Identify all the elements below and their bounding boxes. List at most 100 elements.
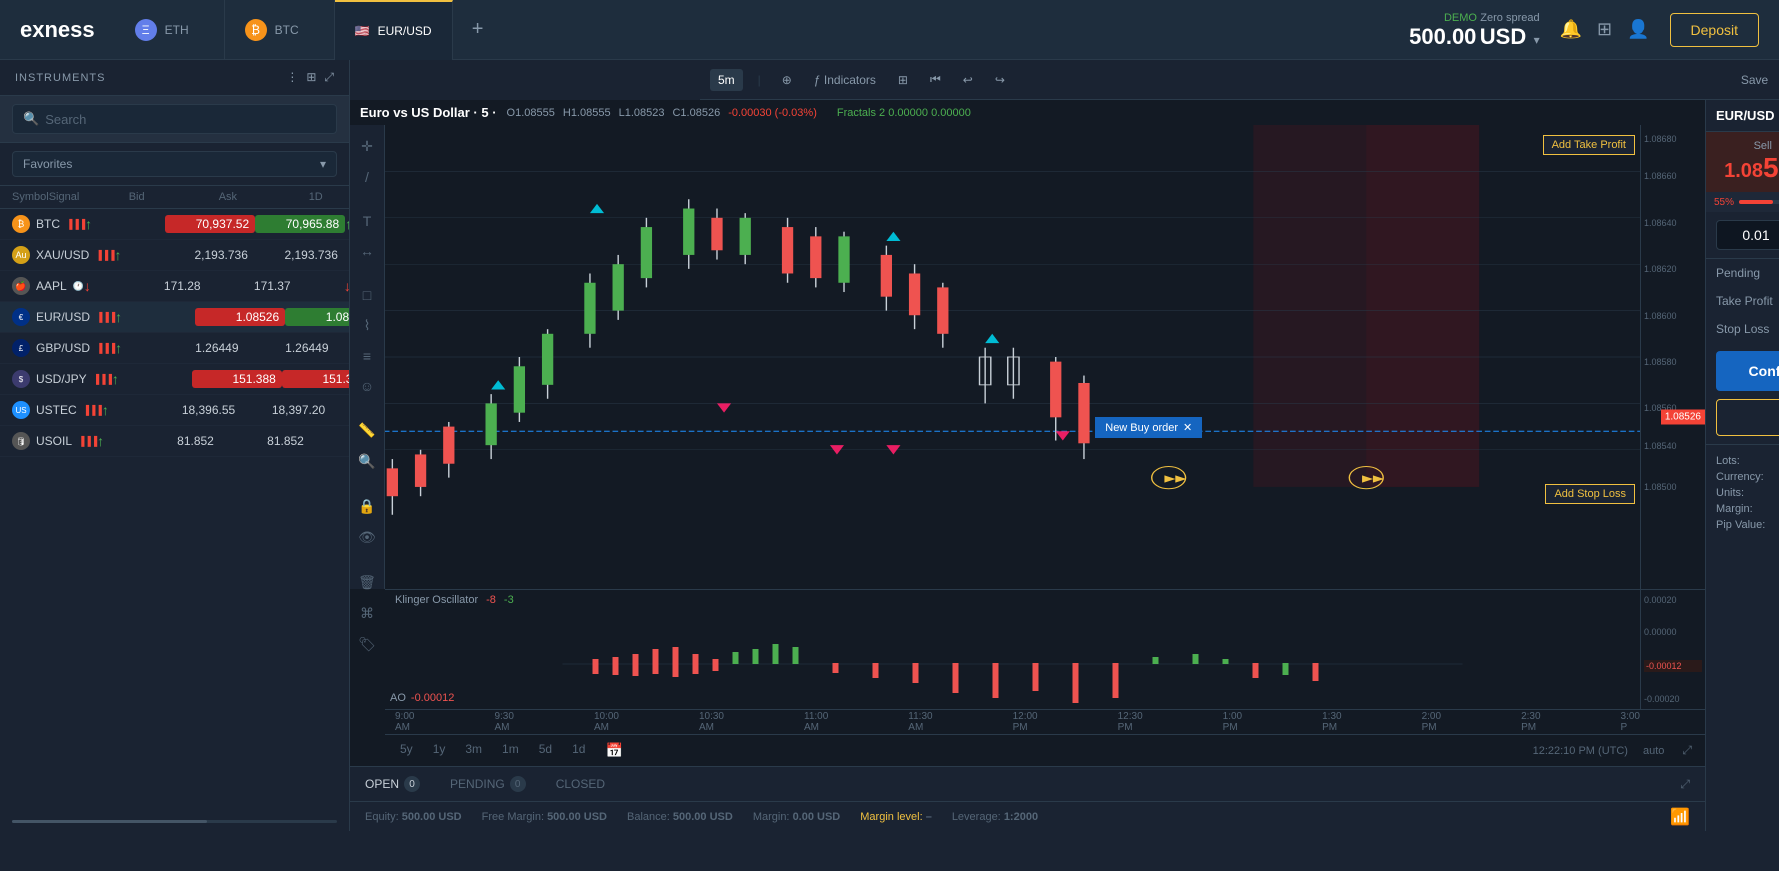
period-5d-button[interactable]: 5d [534, 740, 557, 761]
chart-bottom-right: 12:22:10 PM (UTC) auto ⤢ [1533, 740, 1695, 761]
text-tool-icon[interactable]: T [360, 210, 375, 232]
add-take-profit-button[interactable]: Add Take Profit [1543, 135, 1635, 155]
ustec-bid: 18,396.55 [182, 403, 272, 417]
time-230: 2:30 PM [1521, 711, 1540, 733]
klinger-price-axis: 0.00020 0.00000 -0.00012 -0.00020 [1640, 590, 1705, 709]
timeframe-5m-button[interactable]: 5m [710, 69, 743, 91]
logo: exness [0, 17, 115, 43]
period-1d-button[interactable]: 1d [567, 740, 590, 761]
alarm-icon[interactable]: 🔔 [1560, 19, 1582, 40]
eye-icon[interactable]: 👁 [355, 526, 379, 549]
ruler-icon[interactable]: 📏 [355, 419, 378, 442]
time-200: 2:00 PM [1422, 711, 1441, 733]
list-item[interactable]: ₿ BTC ▐▐▐ ↑ 70,937.52 70,965.88 ↑ [0, 209, 349, 240]
measure-icon[interactable]: ↔ [357, 240, 377, 262]
ao-label: AO [390, 692, 406, 704]
indicators-button[interactable]: ƒ Indicators [808, 69, 882, 91]
period-1y-button[interactable]: 1y [428, 740, 451, 761]
time-1130: 11:30 AM [908, 711, 932, 733]
fractals-label: Fractals 2 0.00000 0.00000 [837, 107, 971, 119]
tab-closed-orders[interactable]: CLOSED [556, 777, 605, 791]
period-5y-button[interactable]: 5y [395, 740, 418, 761]
lock-icon[interactable]: 🔒 [355, 495, 378, 518]
list-item[interactable]: $ USD/JPY ▐▐▐ ↑ 151.388 151.388 — [0, 364, 349, 395]
price-label-4: 1.08620 [1644, 264, 1677, 274]
current-price-value: 1.08526 [1665, 412, 1701, 423]
spread-track [1739, 200, 1779, 204]
margin-status-value: 0.00 USD [793, 811, 841, 823]
zoom-plus-icon[interactable]: 🔍 [355, 450, 378, 473]
sidebar-grid-icon[interactable]: ⊞ [306, 70, 316, 85]
grid-icon[interactable]: ⊞ [1597, 19, 1612, 40]
sidebar-expand-icon[interactable]: ⤢ [324, 70, 334, 85]
sell-tab[interactable]: Sell 1.08526 [1706, 132, 1779, 192]
eur-symbol: EUR/USD [36, 310, 90, 324]
rectangle-icon[interactable]: □ [360, 284, 374, 306]
expand-chart-icon[interactable]: ⤢ [1679, 740, 1695, 761]
lot-size-input[interactable] [1716, 220, 1779, 250]
add-tab-icon: + [472, 18, 484, 41]
tab-open-orders[interactable]: OPEN 0 [365, 776, 420, 792]
gbp-symbol: GBP/USD [36, 341, 90, 355]
crosshair-icon[interactable]: ⊕ [776, 69, 798, 91]
spread-fill-red [1739, 200, 1773, 204]
search-placeholder: Search [45, 112, 86, 127]
trend-line-icon[interactable]: / [362, 166, 372, 188]
chart-open: O1.08555 [507, 107, 555, 119]
tag-icon[interactable]: 🏷 [355, 633, 379, 656]
fractals-val1: 0.00000 [888, 107, 928, 119]
favorites-select[interactable]: Favorites ▾ [12, 151, 337, 177]
tab-btc[interactable]: ₿ BTC [225, 0, 335, 60]
add-tab-button[interactable]: + [453, 0, 503, 60]
save-button[interactable]: Save [1735, 69, 1774, 91]
undo-icon[interactable]: ↩ [957, 69, 979, 91]
emoji-icon[interactable]: ☺ [357, 375, 377, 397]
confirm-buy-button[interactable]: Confirm Buy 0.01 lots [1716, 351, 1779, 391]
tab-pending-orders[interactable]: PENDING 0 [450, 776, 526, 792]
btc-1d: ↑ [345, 216, 349, 232]
balance-dropdown-icon[interactable]: ▾ [1534, 33, 1540, 47]
take-profit-label: Take Profit [1716, 294, 1773, 308]
xau-signal: ↑ [114, 247, 194, 263]
crosshair-tool-icon[interactable]: ✛ [358, 135, 376, 158]
margin-item: Margin: 0.00 USD [753, 811, 840, 823]
search-input[interactable]: 🔍 Search [12, 104, 337, 134]
chart-auto: auto [1643, 745, 1664, 757]
klinger-val2: -3 [504, 594, 514, 606]
time-axis: 9:00 AM 9:30 AM 10:00 AM 10:30 AM 11:00 … [385, 709, 1705, 734]
period-buttons: 5y 1y 3m 1m 5d 1d 📅 [395, 740, 628, 761]
new-buy-order-close-icon[interactable]: ✕ [1183, 421, 1192, 434]
units-detail-row: Units: 1,000.00 EUR [1716, 485, 1779, 501]
channel-icon[interactable]: ≡ [360, 345, 374, 367]
orders-expand-icon[interactable]: ⤢ [1680, 777, 1690, 792]
list-item[interactable]: £ GBP/USD ▐▐▐ ↑ 1.26449 1.26449 — [0, 333, 349, 364]
new-buy-order-label[interactable]: New Buy order ✕ [1095, 417, 1202, 438]
list-item[interactable]: 🍎 AAPL 🕐 ↓ 171.28 171.37 ↓ [0, 271, 349, 302]
cancel-button[interactable]: Cancel [1716, 399, 1779, 436]
list-item[interactable]: Au XAU/USD ▐▐▐ ↑ 2,193.736 2,193.736 ↑ [0, 240, 349, 271]
time-1200: 12:00 PM [1013, 711, 1038, 733]
time-1100: 11:00 AM [804, 711, 828, 733]
account-icon[interactable]: 👤 [1627, 19, 1649, 40]
fibonacci-icon[interactable]: ⌇ [361, 314, 374, 337]
list-item[interactable]: € EUR/USD ▐▐▐ ↑ 1.08526 1.08526 ↑ [0, 302, 349, 333]
period-1m-button[interactable]: 1m [497, 740, 524, 761]
ustec-signal-bars: ▐▐▐ [83, 405, 102, 415]
calendar-icon[interactable]: 📅 [600, 740, 627, 761]
tab-eurusd[interactable]: 🇺🇸 EUR/USD [335, 0, 453, 60]
trash-icon[interactable]: 🗑 [355, 571, 379, 594]
replay-back-icon[interactable]: ⏮ [924, 68, 947, 91]
add-stop-loss-button[interactable]: Add Stop Loss [1545, 484, 1635, 504]
magnet-icon[interactable]: ⌘ [357, 602, 377, 625]
redo-icon[interactable]: ↪ [989, 69, 1011, 91]
period-3m-button[interactable]: 3m [460, 740, 487, 761]
bottom-status-bar: Equity: 500.00 USD Free Margin: 500.00 U… [350, 801, 1705, 831]
tab-eth[interactable]: Ξ ETH [115, 0, 225, 60]
deposit-button[interactable]: Deposit [1670, 13, 1759, 47]
list-item[interactable]: US USTEC ▐▐▐ ↑ 18,396.55 18,397.20 — [0, 395, 349, 426]
tab-eurusd-label: EUR/USD [378, 24, 432, 38]
layout-icon[interactable]: ⊞ [892, 69, 914, 91]
sidebar-menu-icon[interactable]: ⋮ [286, 70, 298, 85]
list-item[interactable]: 🛢 USOIL ▐▐▐ ↑ 81.852 81.852 — [0, 426, 349, 457]
pending-label: Pending [1716, 266, 1760, 280]
